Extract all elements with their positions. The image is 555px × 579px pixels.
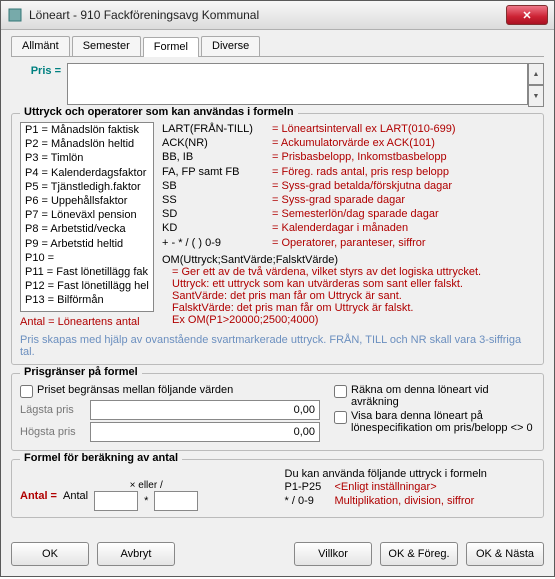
expressions-group: Uttryck och operatorer som kan användas … xyxy=(11,113,544,365)
variables-listbox[interactable]: P1 = Månadslön faktisk P2 = Månadslön he… xyxy=(20,122,154,312)
antal-factor-1-input[interactable] xyxy=(94,491,138,511)
checkbox-show-only[interactable] xyxy=(334,411,347,424)
pris-spinner: ▲ ▼ xyxy=(528,63,544,107)
checkbox-show-only-label: Visa bara denna löneart på lönespecifika… xyxy=(351,410,535,434)
checkbox-recalc-label: Räkna om denna löneart vid avräkning xyxy=(351,384,535,408)
antal-group-title: Formel för beräkning av antal xyxy=(20,452,182,464)
list-item[interactable]: P5 = Tjänstledigh.faktor xyxy=(21,180,153,194)
left-col: P1 = Månadslön faktisk P2 = Månadslön he… xyxy=(20,122,154,328)
spin-down-button[interactable]: ▼ xyxy=(528,85,544,107)
limits-group: Prisgränser på formel Priset begränsas m… xyxy=(11,373,544,451)
antal-right-intro: Du kan använda följande uttryck i formel… xyxy=(285,468,536,480)
operators-col: LART(FRÅN-TILL)= Löneartsintervall ex LA… xyxy=(162,122,535,328)
close-icon: ✕ xyxy=(522,9,531,22)
list-item[interactable]: P12 = Fast lönetillägg hel xyxy=(21,279,153,293)
highest-price-label: Högsta pris xyxy=(20,426,90,438)
list-item[interactable]: P2 = Månadslön heltid xyxy=(21,137,153,151)
ok-next-button[interactable]: OK & Nästa xyxy=(466,542,544,566)
antal-group: Formel för beräkning av antal Antal = An… xyxy=(11,459,544,518)
pris-input[interactable] xyxy=(67,63,528,105)
checkbox-recalc[interactable] xyxy=(334,385,347,398)
app-icon xyxy=(7,7,23,23)
limits-group-title: Prisgränser på formel xyxy=(20,366,142,378)
ok-prev-button[interactable]: OK & Föreg. xyxy=(380,542,458,566)
close-button[interactable]: ✕ xyxy=(506,5,548,25)
expressions-hint: Pris skapas med hjälp av ovanstående sva… xyxy=(20,334,535,358)
multiply-icon: * xyxy=(144,495,148,507)
list-item[interactable]: P6 = Uppehållsfaktor xyxy=(21,194,153,208)
list-item[interactable]: P9 = Arbetstid heltid xyxy=(21,237,153,251)
tab-diverse[interactable]: Diverse xyxy=(201,36,260,56)
list-item[interactable]: P10 = xyxy=(21,251,153,265)
expressions-group-title: Uttryck och operatorer som kan användas … xyxy=(20,106,298,118)
window-title: Löneart - 910 Fackföreningsavg Kommunal xyxy=(29,8,506,22)
spin-up-button[interactable]: ▲ xyxy=(528,63,544,85)
list-item[interactable]: P3 = Timlön xyxy=(21,151,153,165)
lowest-price-input[interactable] xyxy=(90,400,320,420)
titlebar: Löneart - 910 Fackföreningsavg Kommunal … xyxy=(1,1,554,30)
tab-semester[interactable]: Semester xyxy=(72,36,141,56)
list-item[interactable]: P7 = Löneväxl pension xyxy=(21,208,153,222)
list-item[interactable]: P11 = Fast lönetillägg fak xyxy=(21,265,153,279)
antal-note: Antal = Löneartens antal xyxy=(20,316,154,328)
list-item[interactable]: P4 = Kalenderdagsfaktor xyxy=(21,166,153,180)
tab-formel[interactable]: Formel xyxy=(143,37,199,57)
list-item[interactable]: P8 = Arbetstid/vecka xyxy=(21,222,153,236)
antal-factor-2-input[interactable] xyxy=(154,491,198,511)
list-item[interactable]: P13 = Bilförmån xyxy=(21,293,153,307)
cancel-button[interactable]: Avbryt xyxy=(97,542,175,566)
x-eller-label: × eller / xyxy=(130,480,163,491)
button-bar: OK Avbryt Villkor OK & Föreg. OK & Nästa xyxy=(1,536,554,576)
tab-strip: Allmänt Semester Formel Diverse xyxy=(11,36,544,57)
antal-word: Antal xyxy=(63,490,88,502)
checkbox-limit-between[interactable] xyxy=(20,385,33,398)
highest-price-input[interactable] xyxy=(90,422,320,442)
list-item[interactable]: P1 = Månadslön faktisk xyxy=(21,123,153,137)
ok-button[interactable]: OK xyxy=(11,542,89,566)
tab-allmant[interactable]: Allmänt xyxy=(11,36,70,56)
antal-equals-label: Antal = xyxy=(20,490,57,502)
villkor-button[interactable]: Villkor xyxy=(294,542,372,566)
pris-row: Pris = ▲ ▼ xyxy=(11,63,544,107)
lowest-price-label: Lägsta pris xyxy=(20,404,90,416)
window: Löneart - 910 Fackföreningsavg Kommunal … xyxy=(0,0,555,577)
checkbox-limit-between-label: Priset begränsas mellan följande värden xyxy=(37,384,233,396)
pris-label: Pris = xyxy=(11,63,67,77)
om-header: OM(Uttryck;SantVärde;FalsktVärde) xyxy=(162,254,535,266)
